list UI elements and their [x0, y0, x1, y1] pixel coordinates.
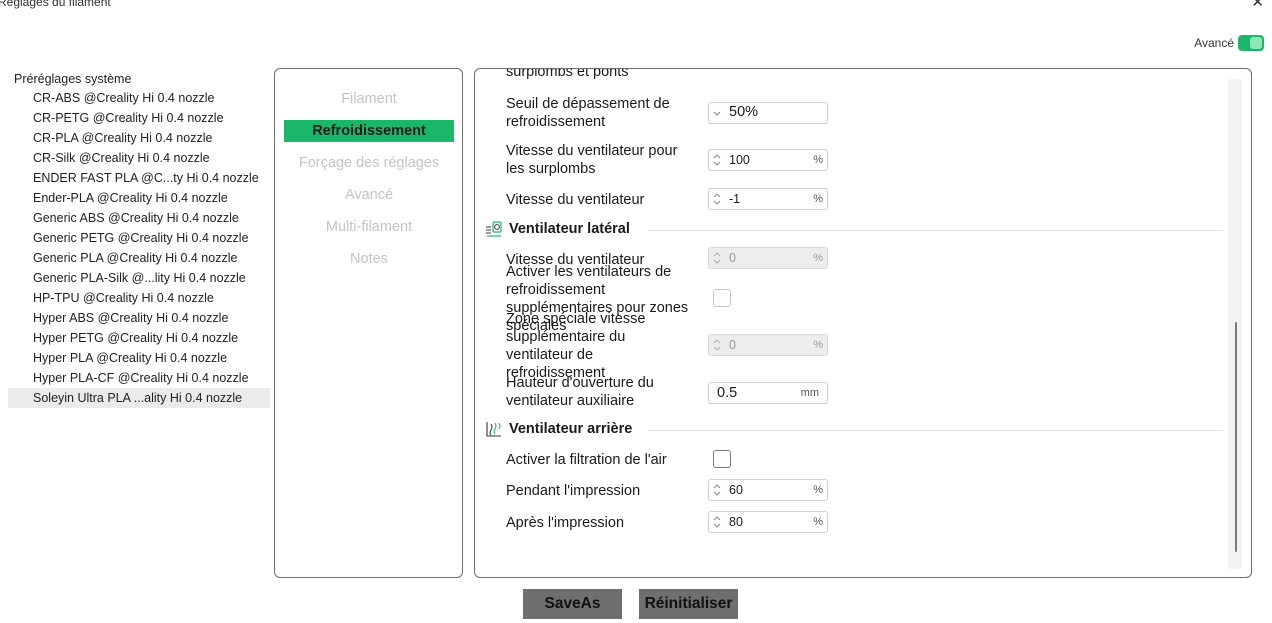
special-zone-fan-speed-label: Zone spéciale vitesse supplémentaire du …: [506, 310, 645, 382]
after-print-label: Après l'impression: [506, 515, 625, 531]
during-print-value: 60: [729, 483, 743, 497]
section-divider: [648, 230, 1223, 231]
unit-label: %: [813, 193, 823, 205]
close-icon[interactable]: ✕: [1251, 0, 1264, 11]
preset-item[interactable]: Generic PLA-Silk @...lity Hi 0.4 nozzle: [8, 268, 270, 288]
side-fan-icon: [486, 221, 502, 237]
tab-advanced[interactable]: Avancé: [284, 184, 454, 206]
rear-fan-icon: [486, 422, 501, 437]
fan-speed-label: Vitesse du ventilateur: [506, 192, 645, 208]
unit-label: %: [813, 154, 823, 166]
tab-notes[interactable]: Notes: [284, 248, 454, 270]
special-zone-fan-speed-value: 0: [729, 338, 736, 352]
advanced-toggle-group: Avancé: [1194, 35, 1264, 51]
side-fan-section-title: Ventilateur latéral: [509, 221, 630, 237]
preset-item[interactable]: CR-Silk @Creality Hi 0.4 nozzle: [8, 148, 270, 168]
label-line: refroidissement: [506, 282, 606, 298]
label-line: refroidissement: [506, 114, 606, 130]
preset-item[interactable]: Generic PETG @Creality Hi 0.4 nozzle: [8, 228, 270, 248]
label-line: ventilateur auxiliaire: [506, 393, 635, 409]
aux-fan-height-input[interactable]: 0.5 mm: [708, 382, 828, 404]
preset-item[interactable]: ENDER FAST PLA @C...ty Hi 0.4 nozzle: [8, 168, 270, 188]
cut-off-label: surplombs et ponts: [506, 68, 629, 80]
preset-item[interactable]: Hyper PETG @Creality Hi 0.4 nozzle: [8, 328, 270, 348]
label-line: Hauteur d'ouverture du: [506, 375, 654, 391]
preset-item[interactable]: Hyper PLA @Creality Hi 0.4 nozzle: [8, 348, 270, 368]
after-print-spinner[interactable]: 80 %: [708, 511, 828, 533]
preset-item[interactable]: CR-ABS @Creality Hi 0.4 nozzle: [8, 88, 270, 108]
spinner-arrows-icon[interactable]: [713, 250, 721, 266]
scrollbar-thumb[interactable]: [1235, 322, 1237, 552]
label-line: supplémentaire du: [506, 329, 626, 345]
preset-item-selected[interactable]: Soleyin Ultra PLA ...ality Hi 0.4 nozzle: [8, 388, 270, 408]
side-fan-speed-spinner[interactable]: 0 %: [708, 247, 828, 269]
save-as-button[interactable]: SaveAs: [523, 589, 622, 619]
label-line: les surplombs: [506, 161, 596, 177]
settings-tabs: Filament Refroidissement Forçage des rég…: [274, 68, 463, 578]
after-print-value: 80: [729, 515, 743, 529]
overhang-fan-speed-value: 100: [729, 153, 750, 167]
preset-item[interactable]: Hyper ABS @Creality Hi 0.4 nozzle: [8, 308, 270, 328]
label-line: Activer les ventilateurs de: [506, 264, 672, 280]
unit-label: %: [813, 252, 823, 264]
overhang-threshold-value: 50%: [729, 104, 759, 120]
preset-item[interactable]: CR-PLA @Creality Hi 0.4 nozzle: [8, 128, 270, 148]
cooling-settings-panel: surplombs et ponts Seuil de dépassement …: [474, 68, 1252, 578]
overhang-threshold-select[interactable]: 50%: [708, 102, 828, 124]
overhang-fan-speed-label: Vitesse du ventilateur pour les surplomb…: [506, 142, 677, 178]
preset-list: Préréglages système CR-ABS @Creality Hi …: [8, 70, 270, 408]
toggle-knob: [1250, 37, 1262, 49]
unit-label: %: [813, 484, 823, 496]
chevron-down-icon: [713, 111, 721, 116]
aux-fan-height-value: 0.5: [717, 385, 738, 401]
tab-filament[interactable]: Filament: [284, 88, 454, 110]
unit-label: %: [813, 339, 823, 351]
during-print-label: Pendant l'impression: [506, 483, 641, 499]
preset-group-label: Préréglages système: [14, 72, 132, 86]
air-filtration-label: Activer la filtration de l'air: [506, 452, 667, 468]
preset-item[interactable]: CR-PETG @Creality Hi 0.4 nozzle: [8, 108, 270, 128]
tab-overrides[interactable]: Forçage des réglages: [284, 152, 454, 174]
spinner-arrows-icon[interactable]: [713, 482, 721, 498]
preset-item[interactable]: Ender-PLA @Creality Hi 0.4 nozzle: [8, 188, 270, 208]
label-line: Vitesse du ventilateur pour: [506, 143, 678, 159]
unit-label: %: [813, 516, 823, 528]
spinner-arrows-icon[interactable]: [713, 337, 721, 353]
reset-button[interactable]: Réinitialiser: [639, 589, 738, 619]
preset-item[interactable]: Hyper PLA-CF @Creality Hi 0.4 nozzle: [8, 368, 270, 388]
rear-fan-section-title: Ventilateur arrière: [509, 421, 633, 437]
preset-item[interactable]: Generic PLA @Creality Hi 0.4 nozzle: [8, 248, 270, 268]
spinner-arrows-icon[interactable]: [713, 152, 721, 168]
spinner-arrows-icon[interactable]: [713, 191, 721, 207]
advanced-toggle-label: Avancé: [1194, 36, 1234, 50]
enable-special-fans-checkbox[interactable]: [713, 289, 731, 307]
side-fan-speed-value: 0: [729, 251, 736, 265]
special-zone-fan-speed-spinner[interactable]: 0 %: [708, 334, 828, 356]
unit-label: mm: [800, 387, 819, 399]
label-line: Zone spéciale vitesse: [506, 311, 646, 327]
title-bar: Réglages du filament ✕: [0, 0, 1272, 18]
spinner-arrows-icon[interactable]: [713, 514, 721, 530]
air-filtration-checkbox[interactable]: [713, 450, 731, 468]
fan-speed-value: -1: [729, 192, 741, 206]
during-print-spinner[interactable]: 60 %: [708, 479, 828, 501]
label-line: Seuil de dépassement de: [506, 96, 670, 112]
label-line: ventilateur de: [506, 347, 594, 363]
tab-multi-filament[interactable]: Multi-filament: [284, 216, 454, 238]
overhang-fan-speed-spinner[interactable]: 100 %: [708, 149, 828, 171]
advanced-toggle[interactable]: [1238, 35, 1264, 51]
window-title: Réglages du filament: [0, 0, 111, 9]
overhang-threshold-label: Seuil de dépassement de refroidissement: [506, 95, 670, 131]
preset-item[interactable]: Generic ABS @Creality Hi 0.4 nozzle: [8, 208, 270, 228]
section-divider: [648, 430, 1223, 431]
tab-cooling[interactable]: Refroidissement: [284, 120, 454, 142]
preset-item[interactable]: HP-TPU @Creality Hi 0.4 nozzle: [8, 288, 270, 308]
aux-fan-height-label: Hauteur d'ouverture du ventilateur auxil…: [506, 374, 654, 410]
fan-speed-spinner[interactable]: -1 %: [708, 188, 828, 210]
